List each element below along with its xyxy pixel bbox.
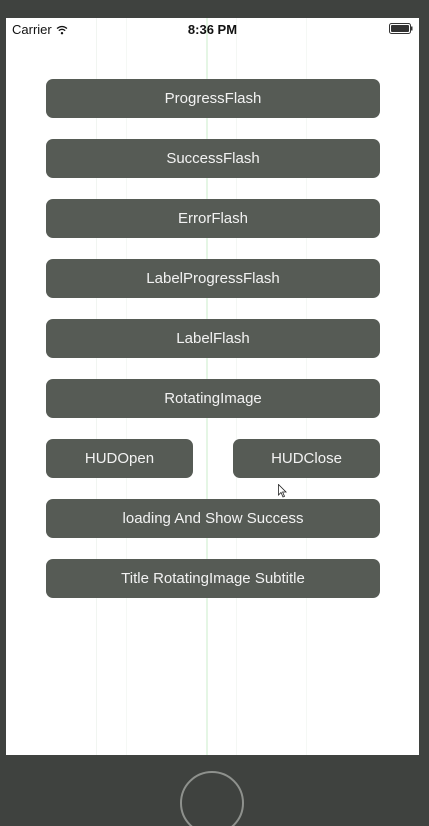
device-frame: Carrier 8:36 PM ProgressFlash SuccessFla… (0, 0, 429, 826)
status-time: 8:36 PM (187, 22, 238, 37)
label-flash-label: LabelFlash (176, 330, 250, 347)
success-flash-label: SuccessFlash (166, 150, 260, 167)
hud-close-label: HUDClose (271, 450, 342, 467)
label-flash-button[interactable]: LabelFlash (46, 319, 380, 358)
error-flash-label: ErrorFlash (177, 210, 248, 227)
error-flash-button[interactable]: ErrorFlash (46, 199, 380, 238)
rotating-image-label: RotatingImage (164, 390, 262, 407)
loading-and-show-success-button[interactable]: loading And Show Success (46, 499, 380, 538)
label-progress-flash-label: LabelProgressFlash (146, 270, 280, 287)
hud-open-button[interactable]: HUDOpen (46, 439, 193, 478)
app-screen: Carrier 8:36 PM ProgressFlash SuccessFla… (6, 18, 419, 755)
battery-icon (389, 23, 413, 34)
rotating-image-button[interactable]: RotatingImage (46, 379, 380, 418)
hud-open-label: HUDOpen (84, 450, 155, 467)
mouse-cursor-icon (278, 484, 287, 498)
title-rotating-image-subtitle-label: Title RotatingImage Subtitle (121, 570, 305, 587)
title-rotating-image-subtitle-button[interactable]: Title RotatingImage Subtitle (46, 559, 380, 598)
success-flash-button[interactable]: SuccessFlash (46, 139, 380, 178)
loading-and-show-success-label: loading And Show Success (122, 510, 304, 527)
progress-flash-label: ProgressFlash (164, 90, 262, 107)
label-progress-flash-button[interactable]: LabelProgressFlash (46, 259, 380, 298)
status-bar: Carrier 8:36 PM (6, 18, 419, 40)
hud-close-button[interactable]: HUDClose (233, 439, 380, 478)
progress-flash-button[interactable]: ProgressFlash (46, 79, 380, 118)
home-button[interactable] (180, 771, 244, 826)
